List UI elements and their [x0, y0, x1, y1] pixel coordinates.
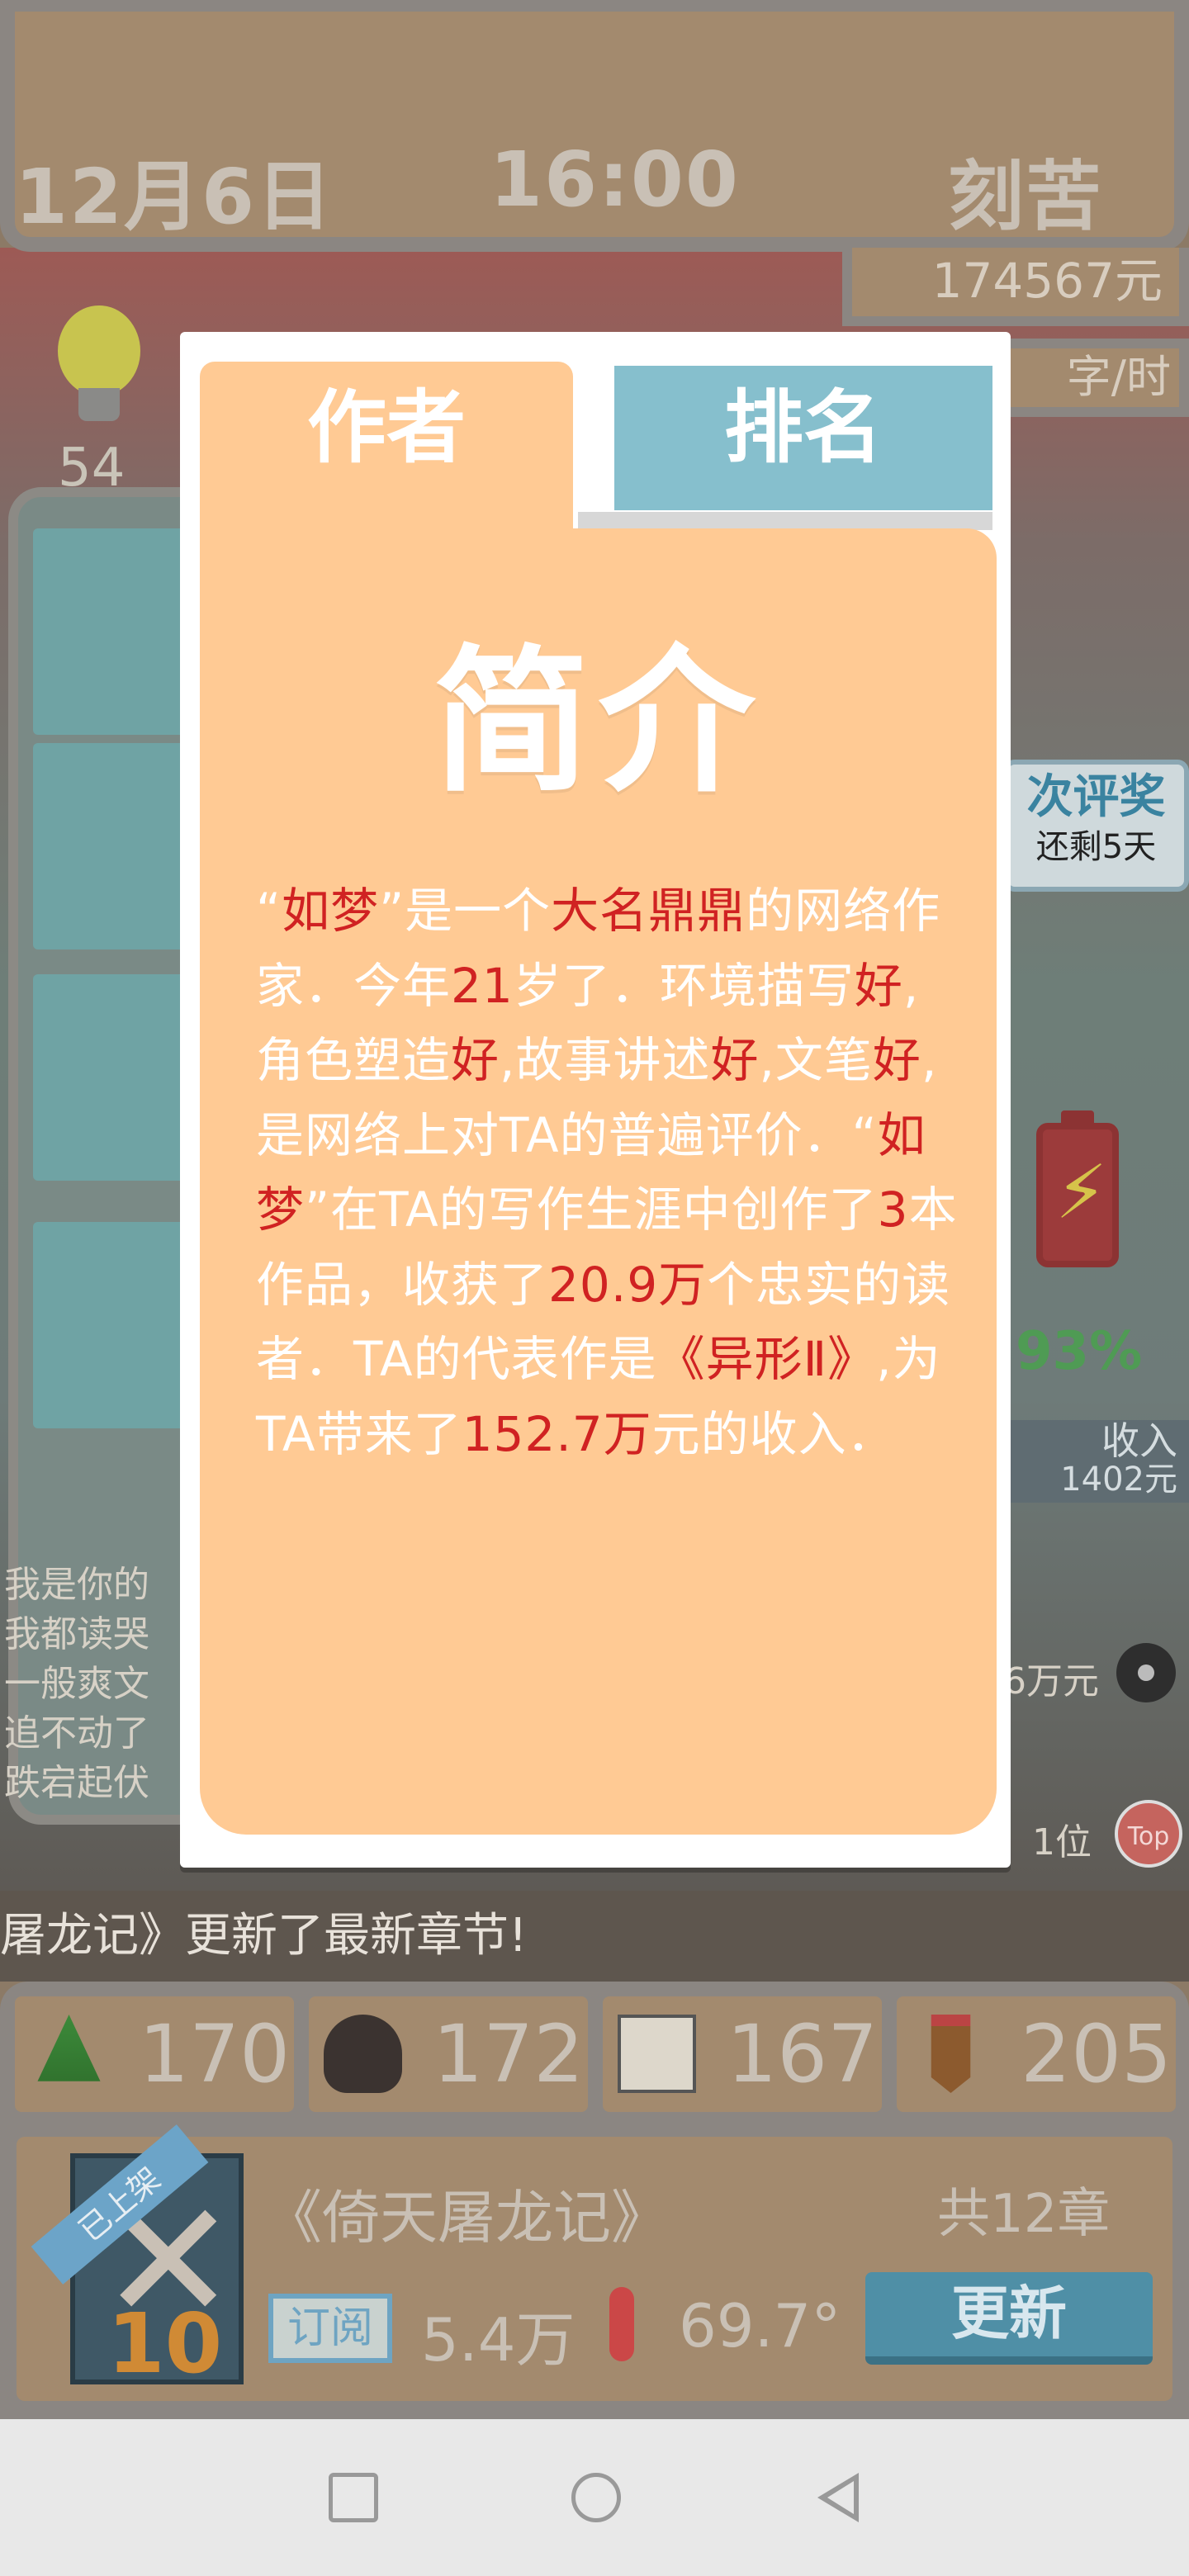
- bio-text: ”是一个: [379, 883, 552, 939]
- comment-line: 跌宕起伏: [4, 1762, 149, 1804]
- bio-highlight: 21: [451, 957, 514, 1014]
- film-reel-icon[interactable]: [1116, 1643, 1176, 1702]
- bio-highlight: 大名鼎鼎: [551, 883, 746, 939]
- income-box: 收入 1402元: [1003, 1420, 1189, 1503]
- author-bio: “如梦”是一个大名鼎鼎的网络作家．今年21岁了．环境描写好,角色塑造好,故事讲述…: [256, 874, 966, 1471]
- date-label: 12月6日: [15, 153, 334, 241]
- comment-line: 我是你的: [4, 1564, 149, 1606]
- stat-value: 205: [1021, 2008, 1172, 2100]
- cover-number: 10: [107, 2295, 223, 2392]
- top-button[interactable]: Top: [1115, 1800, 1182, 1868]
- thermometer-icon: [609, 2287, 634, 2361]
- intro-title: 简介: [433, 631, 764, 813]
- top-status-panel: 12月6日 16:00 刻苦: [0, 0, 1189, 252]
- comment-line: 一般爽文: [4, 1663, 149, 1705]
- chapter-count: 共12章: [937, 2184, 1111, 2245]
- time-label: 16:00: [490, 135, 740, 224]
- mode-label: 刻苦: [948, 153, 1104, 241]
- income-label: 收入: [1101, 1418, 1177, 1463]
- home-button[interactable]: [571, 2473, 621, 2522]
- lightbulb-icon[interactable]: [58, 305, 140, 396]
- news-ticker: 屠龙记》更新了最新章节!: [0, 1891, 1189, 1982]
- bio-text: ”在TA的写作生涯中创作了: [305, 1181, 878, 1238]
- stat-hat: 172: [309, 1996, 588, 2112]
- bio-text: “: [256, 883, 282, 939]
- board-tile: [33, 528, 198, 735]
- board-tile: [33, 743, 198, 949]
- bio-highlight: 好: [854, 957, 903, 1014]
- pencil-icon: [931, 2015, 971, 2093]
- bio-text: 岁了．环境描写: [513, 957, 855, 1014]
- recent-apps-button[interactable]: [329, 2473, 378, 2522]
- comment-line: 我都读哭: [4, 1613, 149, 1655]
- stat-book: 167: [603, 1996, 882, 2112]
- bio-highlight: 3: [877, 1181, 909, 1238]
- stat-tree: 170: [15, 1996, 294, 2112]
- bio-highlight: 好: [872, 1032, 921, 1088]
- lightbulb-base: [78, 388, 120, 421]
- stat-value: 167: [727, 2008, 879, 2100]
- stat-pencil: 205: [897, 1996, 1176, 2112]
- reader-comments: 我是你的 我都读哭 一般爽文 追不动了 跌宕起伏: [4, 1560, 149, 1808]
- bio-highlight: 好: [451, 1032, 500, 1088]
- bio-highlight: 好: [710, 1032, 760, 1088]
- revenue-text: 6万元: [1003, 1660, 1099, 1702]
- bio-highlight: 如梦: [282, 883, 380, 939]
- rank-text: 1位: [1032, 1821, 1092, 1863]
- book-icon: [618, 2015, 696, 2093]
- board-tile: [33, 1222, 198, 1428]
- subscriber-count: 5.4万: [421, 2305, 576, 2375]
- bio-text: ,故事讲述: [500, 1032, 711, 1088]
- stat-value: 172: [433, 2008, 585, 2100]
- bio-text: 元的收入．: [651, 1405, 896, 1462]
- temperature-value: 69.7°: [679, 2291, 841, 2361]
- update-button[interactable]: 更新: [865, 2272, 1153, 2365]
- bio-highlight: 152.7万: [462, 1405, 652, 1462]
- tab-divider: [578, 512, 992, 530]
- bio-highlight: 20.9万: [548, 1256, 708, 1313]
- money-panel: 174567元: [842, 248, 1189, 326]
- award-title: 次评奖: [1026, 770, 1166, 824]
- comment-line: 追不动了: [4, 1712, 149, 1754]
- bio-text: ,文笔: [759, 1032, 873, 1088]
- board-tile: [33, 974, 198, 1181]
- award-days: 还剩5天: [1035, 828, 1157, 866]
- hat-icon: [324, 2015, 402, 2093]
- bio-highlight: 《异形Ⅱ》: [656, 1331, 877, 1387]
- income-value: 1402元: [1060, 1461, 1177, 1499]
- stat-value: 170: [139, 2008, 291, 2100]
- subscribe-label: 订阅: [268, 2294, 392, 2363]
- award-badge[interactable]: 次评奖 还剩5天: [1003, 760, 1189, 892]
- book-title: 《倚天屠龙记》: [264, 2184, 669, 2252]
- tab-author[interactable]: 作者: [200, 362, 573, 543]
- back-button[interactable]: [817, 2473, 859, 2522]
- lightning-icon: ⚡: [1055, 1149, 1108, 1236]
- tab-rank[interactable]: 排名: [614, 366, 992, 510]
- tree-icon: [37, 2015, 101, 2081]
- battery-percent: 93%: [1016, 1321, 1143, 1382]
